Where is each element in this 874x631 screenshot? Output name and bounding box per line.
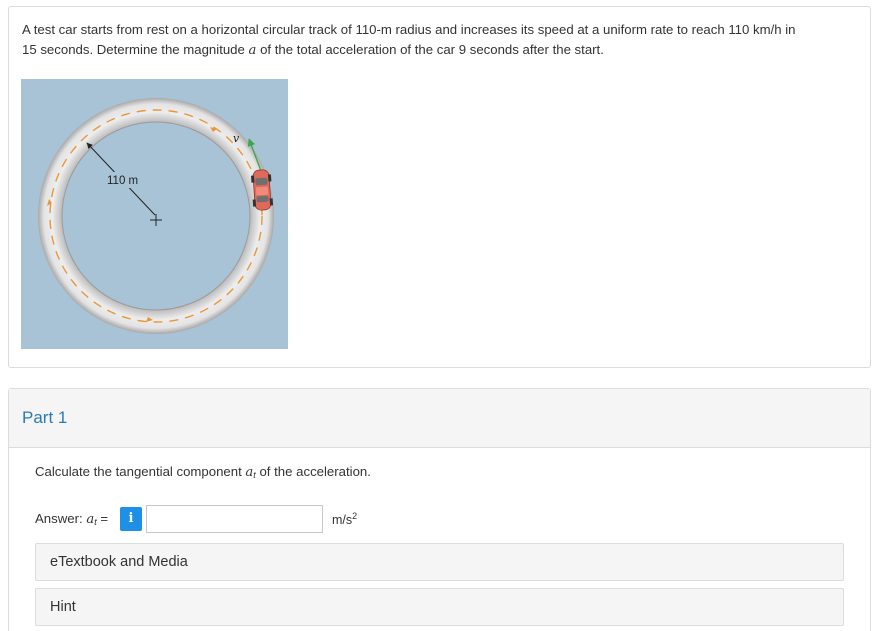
part-card: Part 1 Calculate the tangential componen…	[8, 388, 871, 631]
question-text: Calculate the tangential component at of…	[35, 464, 371, 480]
problem-text-line-2: 15 seconds. Determine the magnitude a of…	[22, 40, 862, 61]
info-icon[interactable]: i	[120, 507, 142, 531]
problem-text-line-1: A test car starts from rest on a horizon…	[22, 22, 796, 37]
part-title: Part 1	[22, 408, 68, 427]
hint-label: Hint	[50, 599, 76, 615]
answer-label: Answer: at =	[35, 511, 108, 527]
etextbook-and-media-button[interactable]: eTextbook and Media	[35, 543, 844, 581]
part-header: Part 1	[9, 389, 870, 448]
answer-unit: m/s2	[332, 511, 357, 527]
question-post: of the acceleration.	[255, 464, 371, 479]
answer-unit-exponent: 2	[352, 511, 358, 521]
circular-track-figure: 110 m v	[21, 79, 288, 349]
car-icon	[250, 169, 274, 211]
question-pre: Calculate the tangential component	[35, 464, 246, 479]
problem-card: A test car starts from rest on a horizon…	[8, 6, 871, 368]
answer-input[interactable]	[146, 505, 323, 533]
answer-variable: a	[86, 512, 95, 527]
problem-statement: A test car starts from rest on a horizon…	[22, 20, 862, 61]
velocity-label: v	[233, 132, 240, 145]
answer-row: Answer: at = i m/s2	[35, 505, 435, 533]
answer-label-pre: Answer:	[35, 511, 87, 526]
answer-unit-base: m/s	[332, 513, 353, 527]
etextbook-and-media-label: eTextbook and Media	[50, 554, 188, 570]
problem-text-line-2-post: of the total acceleration of the car 9 s…	[256, 42, 604, 57]
hint-button[interactable]: Hint	[35, 588, 844, 626]
problem-text-line-2-pre: 15 seconds. Determine the magnitude	[22, 42, 249, 57]
radius-label: 110 m	[107, 175, 138, 187]
answer-equals: =	[96, 511, 109, 526]
